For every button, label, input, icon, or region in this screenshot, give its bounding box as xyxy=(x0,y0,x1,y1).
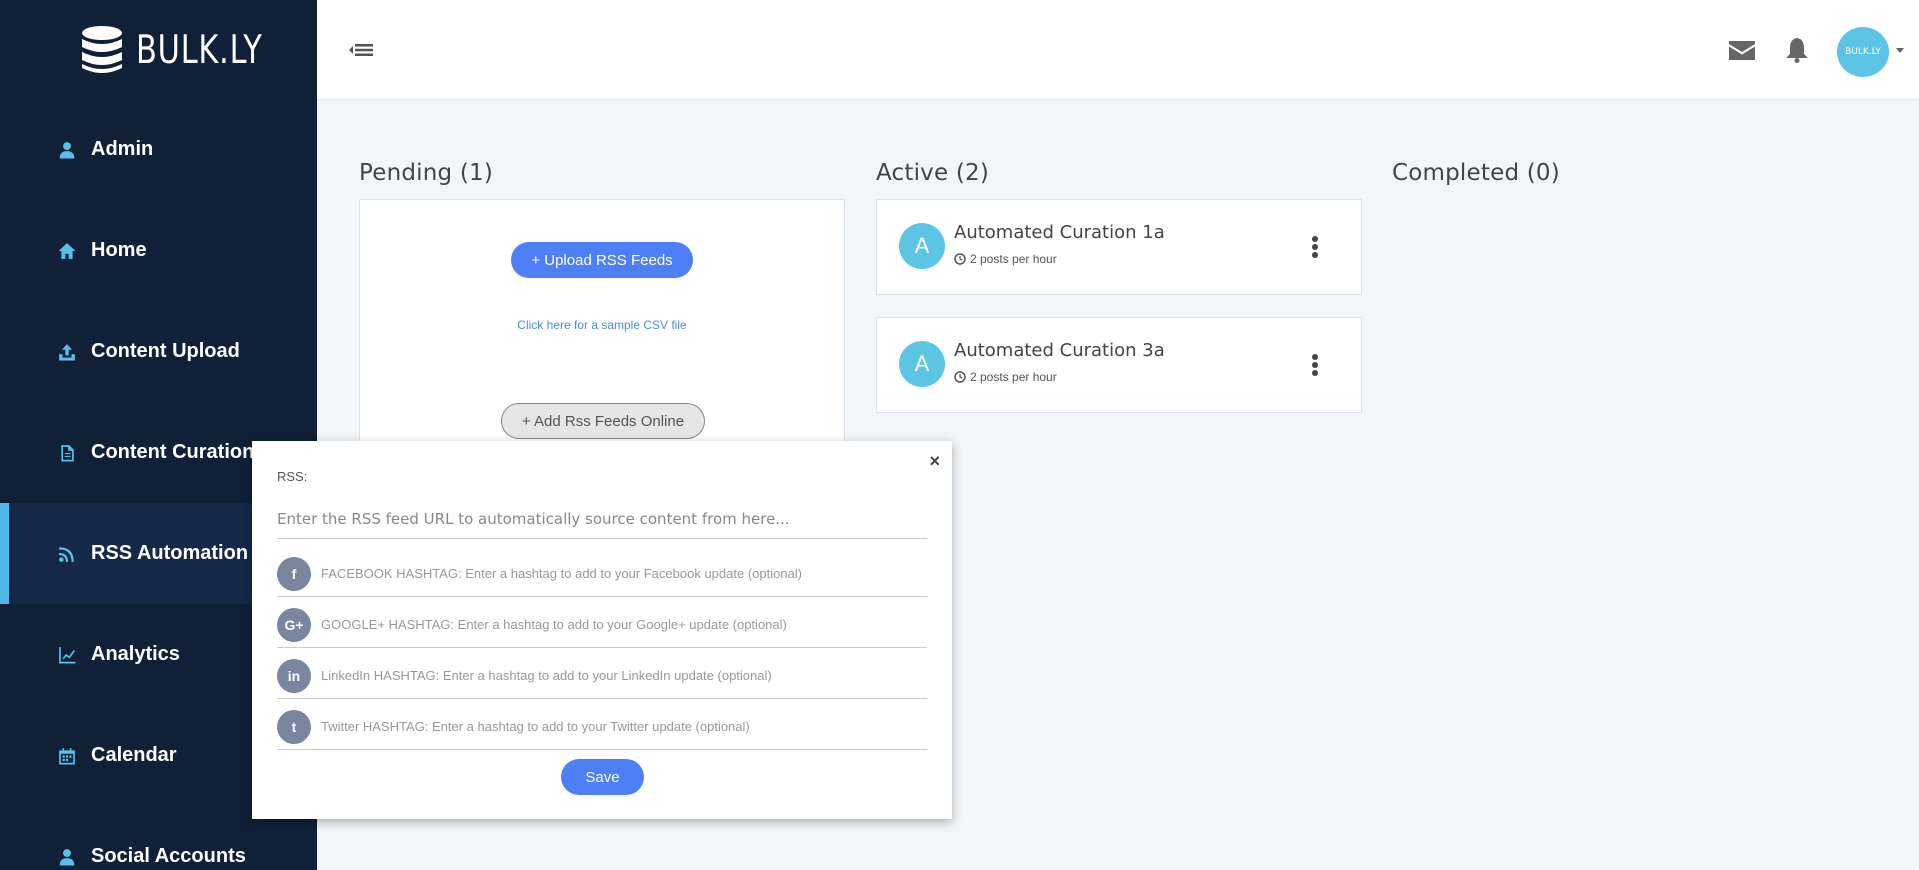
card-subtitle: 2 posts per hour xyxy=(954,252,1057,266)
user-avatar[interactable]: BULK.LY xyxy=(1837,27,1889,77)
chevron-down-icon[interactable] xyxy=(1896,48,1904,53)
facebook-icon: f xyxy=(277,556,311,591)
bell-icon[interactable] xyxy=(1783,36,1811,64)
linkedin-hashtag-input[interactable] xyxy=(321,668,927,683)
sample-csv-link[interactable]: Click here for a sample CSV file xyxy=(360,318,844,332)
sidebar-item-home[interactable]: Home xyxy=(0,200,317,301)
envelope-icon[interactable] xyxy=(1728,36,1756,64)
active-card[interactable]: A Automated Curation 3a 2 posts per hour xyxy=(876,317,1362,413)
twitter-hashtag-row: t xyxy=(277,704,927,750)
add-rss-feeds-online-button[interactable]: + Add Rss Feeds Online xyxy=(501,403,705,439)
sidebar-item-label: Analytics xyxy=(91,643,180,665)
user-icon xyxy=(58,141,76,159)
add-rss-modal: × RSS: f G+ in t Save xyxy=(252,441,952,819)
google-plus-hashtag-input[interactable] xyxy=(321,617,927,632)
avatar-label: BULK.LY xyxy=(1845,47,1881,57)
sidebar-item-label: Calendar xyxy=(91,744,177,766)
active-column-title: Active (2) xyxy=(876,160,990,186)
save-button[interactable]: Save xyxy=(561,759,644,795)
twitter-hashtag-input[interactable] xyxy=(321,719,927,734)
calendar-icon xyxy=(58,747,76,765)
top-header: BULK.LY xyxy=(317,0,1919,100)
card-subtitle-text: 2 posts per hour xyxy=(970,252,1057,266)
sidebar-item-label: RSS Automation xyxy=(91,542,249,564)
more-options-icon[interactable] xyxy=(1312,236,1318,258)
card-title: Automated Curation 3a xyxy=(954,340,1165,361)
card-avatar: A xyxy=(899,341,945,387)
sidebar-item-content-upload[interactable]: Content Upload xyxy=(0,301,317,402)
linkedin-icon: in xyxy=(277,658,311,693)
active-card[interactable]: A Automated Curation 1a 2 posts per hour xyxy=(876,199,1362,295)
upload-icon xyxy=(58,343,76,361)
linkedin-hashtag-row: in xyxy=(277,653,927,699)
file-icon xyxy=(58,444,76,462)
chart-icon xyxy=(58,646,76,664)
clock-icon xyxy=(954,371,966,383)
sidebar-item-label: Admin xyxy=(91,138,154,160)
user-icon xyxy=(58,848,76,866)
close-icon[interactable]: × xyxy=(929,451,940,472)
rss-url-input[interactable] xyxy=(277,499,927,539)
google-plus-icon: G+ xyxy=(277,607,311,642)
rss-label: RSS: xyxy=(277,469,308,484)
sidebar-item-label: Content Upload xyxy=(91,340,240,362)
pending-panel: + Upload RSS Feeds Click here for a samp… xyxy=(359,199,845,444)
sidebar-item-label: Home xyxy=(91,239,147,261)
card-subtitle-text: 2 posts per hour xyxy=(970,370,1057,384)
pending-column-title: Pending (1) xyxy=(359,160,494,186)
sidebar-toggle-icon[interactable] xyxy=(347,40,377,60)
twitter-icon: t xyxy=(277,709,311,744)
logo[interactable]: BULK.LY xyxy=(80,25,298,75)
home-icon xyxy=(58,242,76,260)
facebook-hashtag-input[interactable] xyxy=(321,566,927,581)
rss-icon xyxy=(58,545,76,563)
card-title: Automated Curation 1a xyxy=(954,222,1165,243)
card-avatar: A xyxy=(899,223,945,269)
card-subtitle: 2 posts per hour xyxy=(954,370,1057,384)
sidebar-item-admin[interactable]: Admin xyxy=(0,99,317,200)
sidebar-item-label: Social Accounts xyxy=(91,845,246,867)
upload-rss-feeds-button[interactable]: + Upload RSS Feeds xyxy=(511,242,693,278)
facebook-hashtag-row: f xyxy=(277,551,927,597)
google-plus-hashtag-row: G+ xyxy=(277,602,927,648)
logo-text: BULK.LY xyxy=(136,27,263,73)
completed-column-title: Completed (0) xyxy=(1392,160,1560,186)
clock-icon xyxy=(954,253,966,265)
more-options-icon[interactable] xyxy=(1312,354,1318,376)
database-icon xyxy=(82,26,122,73)
sidebar-item-label: Content Curation xyxy=(91,441,255,463)
